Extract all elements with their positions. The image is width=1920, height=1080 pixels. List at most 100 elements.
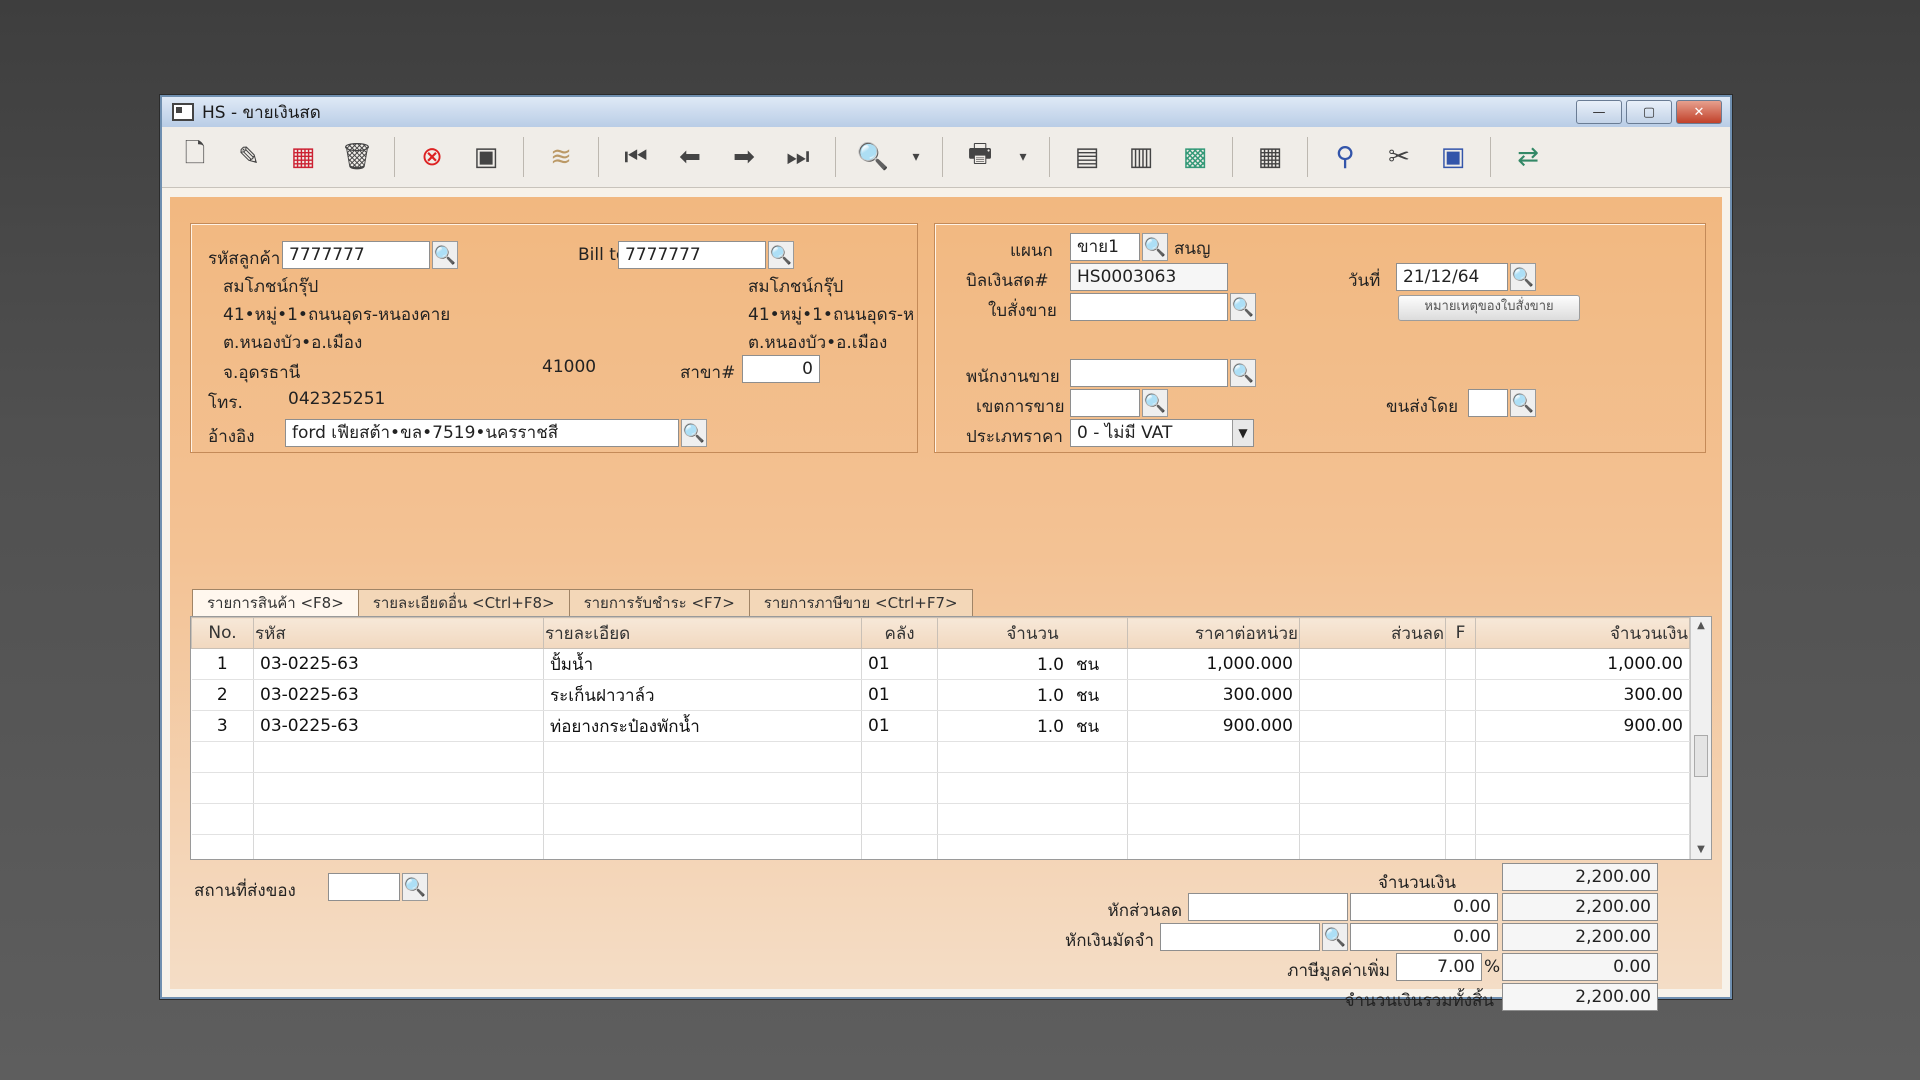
barcode-icon[interactable]: ▦	[1249, 136, 1291, 178]
save-icon[interactable]: ▣	[465, 136, 507, 178]
col-header-discount[interactable]: ส่วนลด	[1299, 617, 1446, 649]
department-field[interactable]: ขาย1	[1070, 233, 1140, 261]
empty-row[interactable]	[191, 772, 1690, 804]
transfer-icon[interactable]: ⇄	[1507, 136, 1549, 178]
ship-place-search-icon[interactable]: 🔍	[402, 873, 428, 901]
row-f[interactable]	[1445, 710, 1476, 742]
table-row[interactable]: 1 03-0225-63 ปั้มน้ำ 01 1.0 ชน 1,000.000 …	[191, 648, 1690, 680]
row-warehouse[interactable]: 01	[861, 679, 938, 711]
deposit-value-field[interactable]: 0.00	[1350, 923, 1498, 951]
row-code[interactable]: 03-0225-63	[253, 710, 544, 742]
tab-items[interactable]: รายการสินค้า <F8>	[192, 589, 359, 617]
form-icon[interactable]: ▥	[1120, 136, 1162, 178]
row-description[interactable]: ระเก็นฝาวาล์ว	[543, 679, 862, 711]
salesman-field[interactable]	[1070, 359, 1228, 387]
col-header-unit-price[interactable]: ราคาต่อหน่วย	[1127, 617, 1300, 649]
col-header-f[interactable]: F	[1445, 617, 1476, 649]
prev-record-icon[interactable]: ⬅	[669, 136, 711, 178]
bill-to-code-field[interactable]: 7777777	[618, 241, 766, 269]
col-header-quantity[interactable]: จำนวน	[937, 617, 1128, 649]
sales-area-search-icon[interactable]: 🔍	[1142, 389, 1168, 417]
approve-icon[interactable]: ✂	[1378, 136, 1420, 178]
reference-field[interactable]: ford เฟียสต้า•ขล•7519•นครราชสี	[285, 419, 679, 447]
vat-rate-field[interactable]: 7.00	[1396, 953, 1482, 981]
next-record-icon[interactable]: ➡	[723, 136, 765, 178]
new-doc-icon[interactable]: 🗋	[174, 136, 216, 178]
row-description[interactable]: ปั้มน้ำ	[543, 648, 862, 680]
last-record-icon[interactable]: ⏭	[777, 136, 819, 178]
row-quantity[interactable]: 1.0 ชน	[937, 710, 1128, 742]
deposit-text-field[interactable]	[1160, 923, 1320, 951]
col-header-code[interactable]: รหัส	[253, 617, 544, 649]
dropdown-arrow-icon[interactable]: ▾	[906, 136, 926, 178]
title-bar[interactable]: HS - ขายเงินสด — ▢ ✕	[162, 97, 1730, 127]
salesman-search-icon[interactable]: 🔍	[1230, 359, 1256, 387]
delete-trash-icon[interactable]: 🗑	[336, 136, 378, 178]
empty-row[interactable]	[191, 834, 1690, 859]
row-code[interactable]: 03-0225-63	[253, 679, 544, 711]
discount-value-field[interactable]: 0.00	[1350, 893, 1498, 921]
customer-search-icon[interactable]: 🔍	[432, 241, 458, 269]
void-icon[interactable]: ▦	[282, 136, 324, 178]
table-row[interactable]: 2 03-0225-63 ระเก็นฝาวาล์ว 01 1.0 ชน 300.…	[191, 679, 1690, 711]
scroll-up-icon[interactable]: ▲	[1691, 617, 1711, 635]
deposit-search-icon[interactable]: 🔍	[1322, 923, 1348, 951]
ship-by-field[interactable]	[1468, 389, 1508, 417]
note-icon[interactable]: ▤	[1066, 136, 1108, 178]
edit-icon[interactable]: ✎	[228, 136, 270, 178]
print-icon[interactable]: 🖶	[959, 136, 1001, 178]
minimize-button[interactable]: —	[1576, 100, 1622, 124]
row-f[interactable]	[1445, 648, 1476, 680]
row-unit-price[interactable]: 900.000	[1127, 710, 1300, 742]
so-note-button[interactable]: หมายเหตุของใบสั่งขาย	[1398, 295, 1580, 321]
row-unit-price[interactable]: 1,000.000	[1127, 648, 1300, 680]
row-discount[interactable]	[1299, 710, 1446, 742]
empty-row[interactable]	[191, 803, 1690, 835]
search-doc-icon[interactable]: 🔍	[852, 136, 894, 178]
sales-order-search-icon[interactable]: 🔍	[1230, 293, 1256, 321]
scroll-thumb[interactable]	[1694, 735, 1708, 777]
row-quantity[interactable]: 1.0 ชน	[937, 679, 1128, 711]
table-row[interactable]: 3 03-0225-63 ท่อยางกระป๋องพักน้ำ 01 1.0 ช…	[191, 710, 1690, 742]
date-field[interactable]: 21/12/64	[1396, 263, 1508, 291]
grid-scrollbar[interactable]: ▲ ▼	[1690, 617, 1711, 859]
tab-sales-tax[interactable]: รายการภาษีขาย <Ctrl+F7>	[748, 589, 973, 617]
close-button[interactable]: ✕	[1676, 100, 1722, 124]
row-f[interactable]	[1445, 679, 1476, 711]
row-quantity[interactable]: 1.0 ชน	[937, 648, 1128, 680]
col-header-no[interactable]: No.	[191, 617, 254, 649]
discount-text-field[interactable]	[1188, 893, 1348, 921]
maximize-button[interactable]: ▢	[1626, 100, 1672, 124]
stack-icon[interactable]: ≋	[540, 136, 582, 178]
tab-payments[interactable]: รายการรับชำระ <F7>	[568, 589, 750, 617]
row-warehouse[interactable]: 01	[861, 648, 938, 680]
dropdown-arrow-icon[interactable]: ▾	[1013, 136, 1033, 178]
col-header-amount[interactable]: จำนวนเงิน	[1475, 617, 1690, 649]
ok-stamp-icon[interactable]: ⚲	[1324, 136, 1366, 178]
branch-field[interactable]: 0	[742, 355, 820, 383]
row-code[interactable]: 03-0225-63	[253, 648, 544, 680]
chevron-down-icon[interactable]: ▼	[1232, 420, 1253, 446]
first-record-icon[interactable]: ⏮	[615, 136, 657, 178]
row-warehouse[interactable]: 01	[861, 710, 938, 742]
sales-order-field[interactable]	[1070, 293, 1228, 321]
row-discount[interactable]	[1299, 648, 1446, 680]
tab-other-details[interactable]: รายละเอียดอื่น <Ctrl+F8>	[357, 589, 570, 617]
cancel-icon[interactable]: ⊗	[411, 136, 453, 178]
ok-doc-icon[interactable]: ▣	[1432, 136, 1474, 178]
ship-by-search-icon[interactable]: 🔍	[1510, 389, 1536, 417]
row-description[interactable]: ท่อยางกระป๋องพักน้ำ	[543, 710, 862, 742]
date-picker-icon[interactable]: 🔍	[1510, 263, 1536, 291]
bill-number-field[interactable]: HS0003063	[1070, 263, 1228, 291]
so-icon[interactable]: ▩	[1174, 136, 1216, 178]
ship-place-field[interactable]	[328, 873, 400, 901]
bill-to-search-icon[interactable]: 🔍	[768, 241, 794, 269]
col-header-description[interactable]: รายละเอียด	[543, 617, 862, 649]
department-search-icon[interactable]: 🔍	[1142, 233, 1168, 261]
price-type-select[interactable]: 0 - ไม่มี VAT ▼	[1070, 419, 1254, 447]
row-discount[interactable]	[1299, 679, 1446, 711]
scroll-down-icon[interactable]: ▼	[1691, 841, 1711, 859]
row-unit-price[interactable]: 300.000	[1127, 679, 1300, 711]
sales-area-field[interactable]	[1070, 389, 1140, 417]
customer-code-field[interactable]: 7777777	[282, 241, 430, 269]
